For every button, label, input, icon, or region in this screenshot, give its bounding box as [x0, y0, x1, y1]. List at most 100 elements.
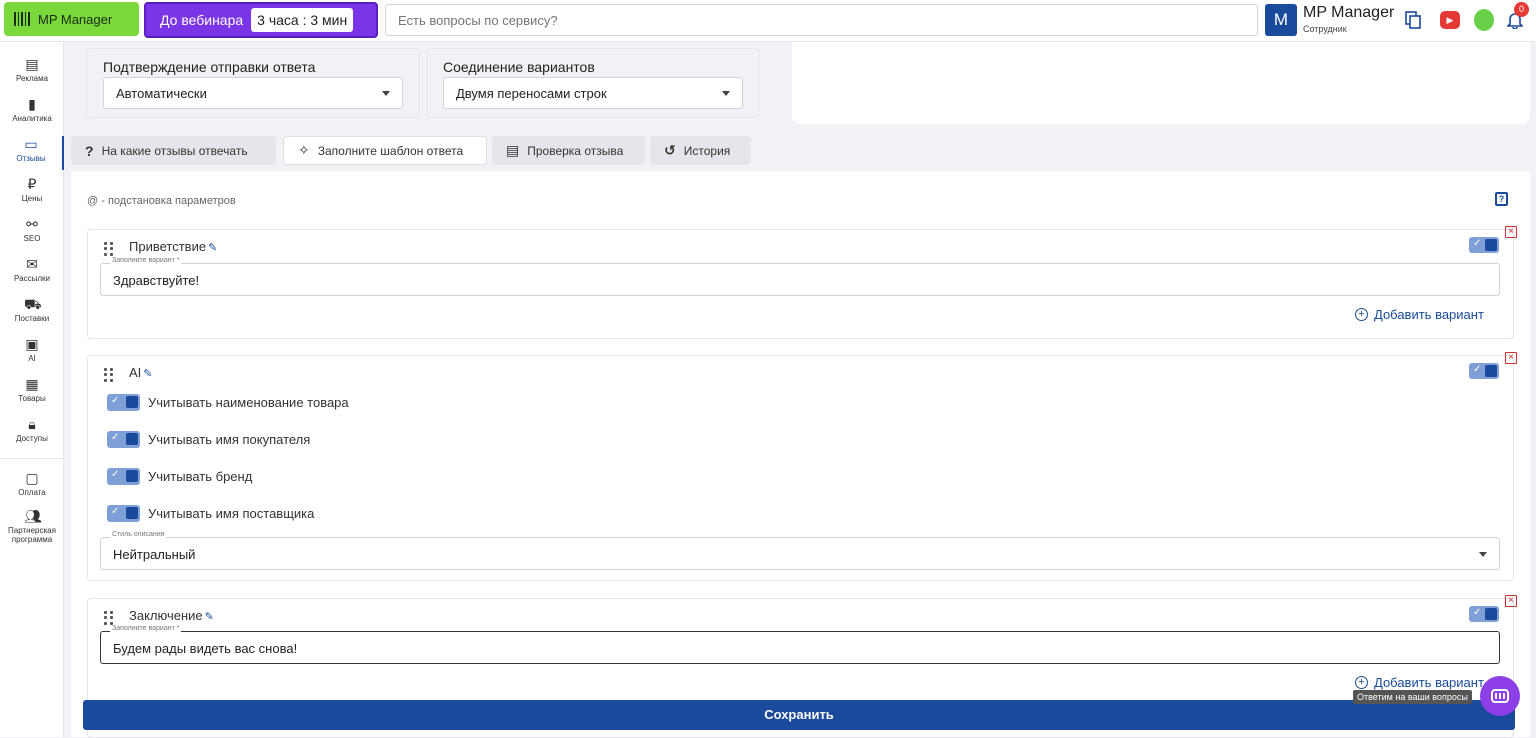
history-icon: ↺: [664, 142, 676, 158]
sidebar-item-payment[interactable]: ▢ Оплата: [0, 470, 64, 497]
caret-down-icon: [722, 91, 730, 96]
logo-button[interactable]: MP Manager: [4, 2, 139, 36]
ai-block: AI ✎ ✓ × ✓ Учитывать наименование товара …: [87, 352, 1517, 581]
sidebar-item-ai[interactable]: ▣ AI: [0, 336, 64, 363]
style-label: Стиль описания: [110, 531, 167, 538]
sidebar-item-partners[interactable]: 👥︎ Партнерская программа: [0, 508, 64, 544]
confirm-select[interactable]: Автоматически: [103, 77, 403, 109]
chat-tooltip: Ответим на ваши вопросы: [1353, 690, 1472, 704]
add-variant-button[interactable]: + Добавить вариант: [1355, 307, 1484, 322]
switch-product-name[interactable]: ✓ Учитывать наименование товара: [107, 394, 349, 411]
style-select[interactable]: Нейтральный: [100, 537, 1500, 570]
truck-icon: ⛟: [24, 296, 42, 312]
question-icon: ?: [85, 142, 94, 159]
top-bar: MP Manager До вебинара 3 часа : 3 мин M …: [0, 0, 1536, 42]
greeting-field-label: Заполните вариант *: [110, 257, 182, 264]
caret-down-icon: [382, 91, 390, 96]
conclusion-title: Заключение ✎: [129, 608, 214, 623]
product-name-toggle[interactable]: ✓: [107, 394, 140, 411]
chat-icon: [1491, 689, 1509, 703]
chip-icon: ▣: [25, 336, 39, 352]
tab-review-check[interactable]: ▤ Проверка отзыва: [492, 136, 645, 165]
drag-handle-icon[interactable]: [104, 242, 114, 256]
switch-brand[interactable]: ✓ Учитывать бренд: [107, 468, 252, 485]
join-select[interactable]: Двумя переносами строк: [443, 77, 743, 109]
sidebar-item-ads[interactable]: ▤ Реклама: [0, 56, 64, 83]
sidebar-item-products[interactable]: ▦ Товары: [0, 376, 64, 403]
conclusion-toggle[interactable]: ✓: [1469, 606, 1499, 622]
reviews-icon: ▭: [24, 136, 38, 152]
conclusion-field[interactable]: Будем рады видеть вас снова!: [100, 631, 1500, 664]
box-icon: ▦: [25, 376, 39, 392]
logo-label: MP Manager: [38, 11, 113, 27]
partners-icon: 👥︎: [24, 508, 42, 524]
save-button[interactable]: Сохранить: [83, 700, 1515, 730]
ai-title: AI ✎: [129, 365, 153, 380]
tab-history[interactable]: ↺ История: [650, 136, 751, 165]
plus-circle-icon: +: [1355, 676, 1368, 689]
lock-icon: 🔒︎: [28, 416, 36, 432]
help-icon[interactable]: ?: [1495, 192, 1508, 206]
ruble-icon: ₽: [27, 176, 37, 192]
brand-toggle[interactable]: ✓: [107, 468, 140, 485]
video-icon[interactable]: ▶: [1440, 10, 1460, 30]
graduation-icon[interactable]: [1474, 9, 1494, 31]
greeting-block: Приветствие ✎ ✓ × Здравствуйте! Заполните…: [87, 226, 1517, 339]
avatar[interactable]: M: [1265, 4, 1297, 36]
mail-icon: ✉: [26, 256, 38, 272]
greeting-title: Приветствие ✎: [129, 239, 218, 254]
chat-button[interactable]: [1480, 676, 1520, 716]
search-input[interactable]: [385, 4, 1258, 36]
template-panel: @ - подстановка параметров ? Приветствие…: [71, 171, 1530, 738]
webinar-timer: 3 часа : 3 мин: [251, 8, 354, 32]
right-panel: [792, 42, 1530, 124]
barcode-icon: [14, 12, 30, 26]
sidebar: ▤ Реклама ▮ Аналитика ▭ Отзывы ₽ Цены ⚯ …: [0, 42, 64, 737]
webinar-banner[interactable]: До вебинара 3 часа : 3 мин: [144, 2, 378, 38]
sidebar-item-mailings[interactable]: ✉ Рассылки: [0, 256, 64, 283]
buyer-name-toggle[interactable]: ✓: [107, 431, 140, 448]
greeting-field[interactable]: Здравствуйте!: [100, 263, 1500, 296]
sidebar-item-prices[interactable]: ₽ Цены: [0, 176, 64, 203]
params-hint: @ - подстановка параметров: [87, 195, 236, 207]
greeting-toggle[interactable]: ✓: [1469, 237, 1499, 253]
close-icon[interactable]: ×: [1505, 352, 1517, 364]
user-name: MP Manager: [1303, 4, 1395, 21]
tab-template[interactable]: ✧ Заполните шаблон ответа: [283, 136, 487, 165]
sidebar-item-supplies[interactable]: ⛟ Поставки: [0, 296, 64, 323]
pencil-icon[interactable]: ✎: [205, 610, 214, 623]
ai-toggle[interactable]: ✓: [1469, 363, 1499, 379]
ad-icon: ▤: [25, 56, 39, 72]
join-setting-card: Соединение вариантов Двумя переносами ст…: [427, 48, 760, 118]
join-title: Соединение вариантов: [443, 59, 595, 75]
check-icon: ✓: [1473, 607, 1482, 618]
seo-icon: ⚯: [26, 216, 38, 232]
supplier-name-toggle[interactable]: ✓: [107, 505, 140, 522]
sidebar-item-analytics[interactable]: ▮ Аналитика: [0, 96, 64, 123]
switch-supplier-name[interactable]: ✓ Учитывать имя поставщика: [107, 505, 314, 522]
sidebar-item-access[interactable]: 🔒︎ Доступы: [0, 416, 64, 443]
check-icon: ✓: [1473, 238, 1482, 249]
sidebar-item-seo[interactable]: ⚯ SEO: [0, 216, 64, 243]
add-variant-button[interactable]: + Добавить вариант: [1355, 675, 1484, 690]
copy-icon[interactable]: [1403, 10, 1423, 30]
tab-which-reviews[interactable]: ? На какие отзывы отвечать: [71, 136, 276, 165]
plus-circle-icon: +: [1355, 308, 1368, 321]
sidebar-item-reviews[interactable]: ▭ Отзывы: [0, 136, 64, 170]
drag-handle-icon[interactable]: [104, 611, 114, 625]
webinar-label: До вебинара: [160, 12, 244, 28]
pencil-icon[interactable]: ✎: [208, 241, 217, 254]
sidebar-divider: [0, 458, 64, 459]
caret-down-icon: [1479, 552, 1487, 557]
drag-handle-icon[interactable]: [104, 368, 114, 382]
chart-icon: ▮: [28, 96, 36, 112]
close-icon[interactable]: ×: [1505, 226, 1517, 238]
close-icon[interactable]: ×: [1505, 595, 1517, 607]
user-role: Сотрудник: [1303, 24, 1347, 34]
confirm-setting-card: Подтверждение отправки ответа Автоматиче…: [87, 48, 420, 118]
check-icon: ✓: [1473, 364, 1482, 375]
pencil-icon[interactable]: ✎: [143, 367, 152, 380]
magic-icon: ✧: [298, 142, 310, 158]
switch-buyer-name[interactable]: ✓ Учитывать имя покупателя: [107, 431, 310, 448]
wallet-icon: ▢: [25, 470, 39, 486]
